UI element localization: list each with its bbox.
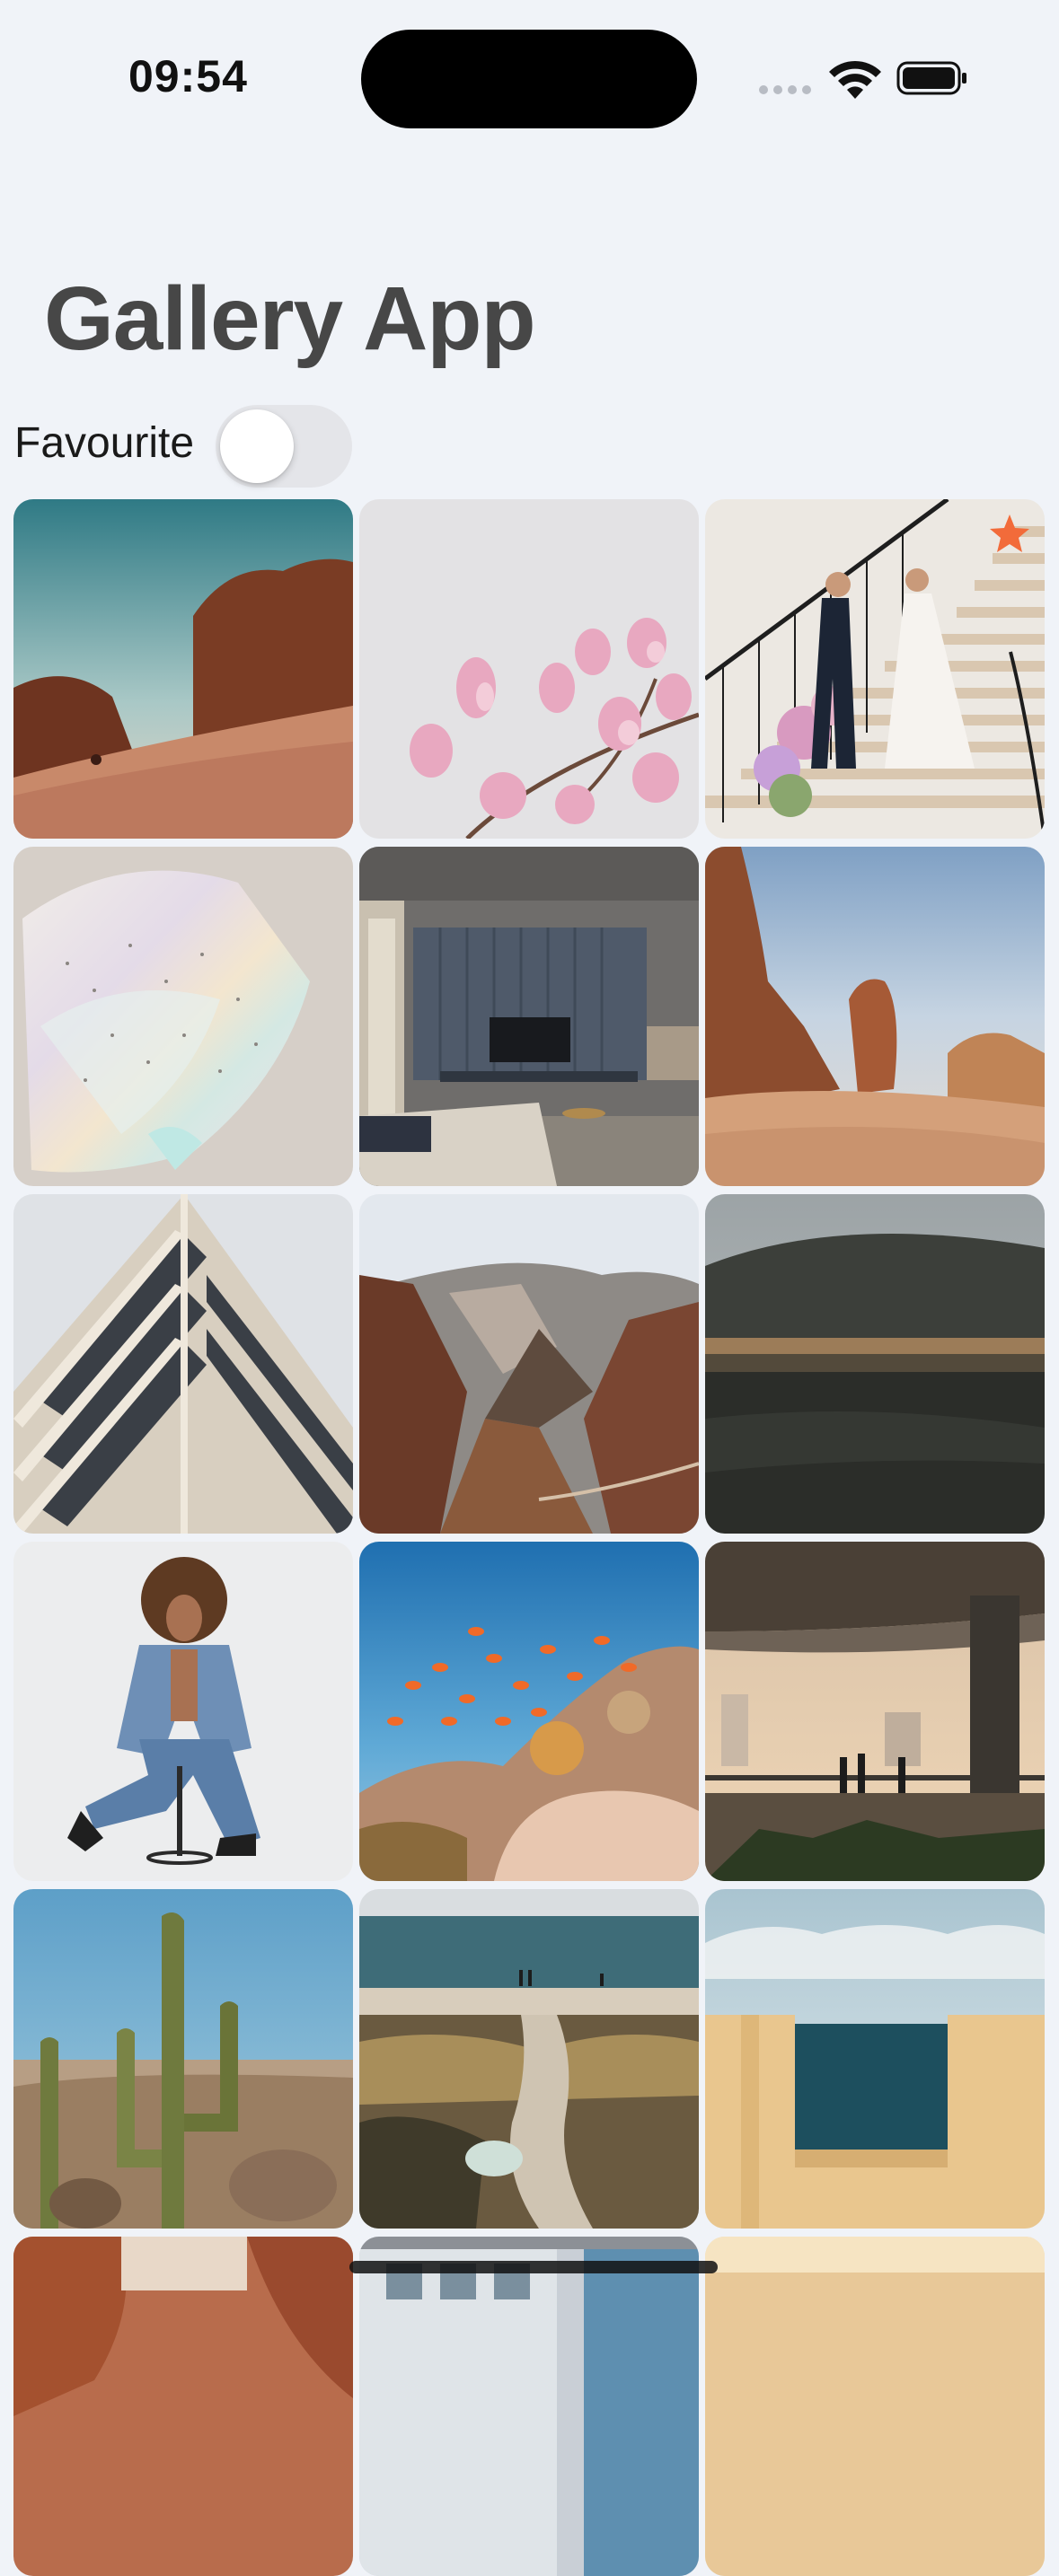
photo-cactus [13,1889,353,2229]
favourite-star-icon[interactable] [987,512,1032,557]
photo-woman-denim [13,1542,353,1881]
favourite-label: Favourite [14,419,195,467]
photo-tile[interactable] [705,2237,1045,2576]
photo-building-facade [13,1194,353,1534]
photo-tile[interactable] [13,1194,353,1534]
photo-tile[interactable] [705,1889,1045,2229]
photo-red-rock [13,2237,353,2576]
photo-tile[interactable] [705,847,1045,1186]
home-indicator [349,2261,718,2273]
photo-canyon [359,1194,699,1534]
photo-desert-dune [13,499,353,839]
photo-coral-reef [359,1542,699,1881]
favourite-toggle[interactable] [216,405,352,488]
photo-tile[interactable] [359,1889,699,2229]
photo-iridescent-sheet [13,847,353,1186]
photo-tile[interactable] [705,499,1045,839]
photo-tile[interactable] [359,2237,699,2576]
photo-sea-wall [705,1889,1045,2229]
page-title: Gallery App [44,268,536,369]
photo-tile[interactable] [359,499,699,839]
photo-living-room [359,847,699,1186]
dynamic-island [361,30,697,128]
photo-tile[interactable] [13,847,353,1186]
photo-sand-wall [705,2237,1045,2576]
photo-tile[interactable] [359,1194,699,1534]
photo-tile[interactable] [359,1542,699,1881]
cellular-signal-icon [759,84,813,96]
photo-tile[interactable] [13,1889,353,2229]
status-time: 09:54 [128,51,248,101]
photo-tile[interactable] [705,1194,1045,1534]
photo-lake-reflection [705,1194,1045,1534]
wifi-icon [829,60,881,99]
photo-tile[interactable] [13,499,353,839]
toggle-knob [220,409,294,483]
photo-tile[interactable] [359,847,699,1186]
photo-tile[interactable] [13,1542,353,1881]
photo-beach-path [359,1889,699,2229]
photo-desert-rocks [705,847,1045,1186]
photo-magnolia [359,499,699,839]
photo-tile[interactable] [705,1542,1045,1881]
battery-icon [896,61,966,95]
photo-building-partial [359,2237,699,2576]
photo-bridge-sunset [705,1542,1045,1881]
photo-tile[interactable] [13,2237,353,2576]
